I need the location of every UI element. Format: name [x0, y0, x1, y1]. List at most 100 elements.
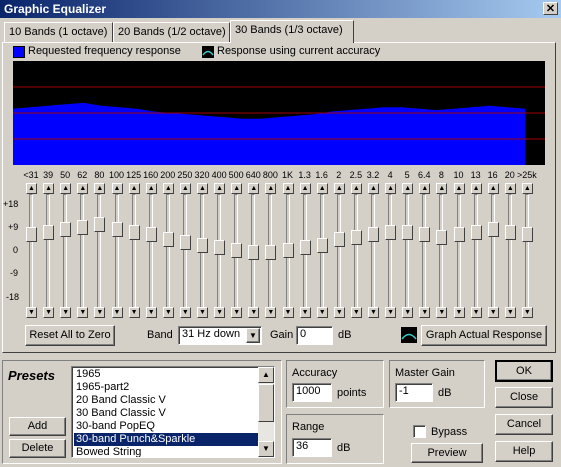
- scroll-up-icon[interactable]: ▲: [258, 367, 274, 383]
- band-slider-track[interactable]: [439, 194, 444, 308]
- band-down-arrow-icon[interactable]: ▼: [179, 307, 191, 318]
- master-gain-input[interactable]: -1: [395, 383, 433, 402]
- band-up-arrow-icon[interactable]: ▲: [111, 183, 123, 194]
- preview-button[interactable]: Preview: [411, 443, 483, 463]
- band-slider-track[interactable]: [524, 194, 529, 308]
- band-slider-thumb[interactable]: [43, 224, 55, 240]
- band-up-arrow-icon[interactable]: ▲: [504, 183, 516, 194]
- band-down-arrow-icon[interactable]: ▼: [162, 307, 174, 318]
- band-up-arrow-icon[interactable]: ▲: [419, 183, 431, 194]
- band-up-arrow-icon[interactable]: ▲: [179, 183, 191, 194]
- band-slider-thumb[interactable]: [179, 235, 191, 250]
- presets-list[interactable]: 1965 1965-part2 20 Band Classic V 30 Band C…: [71, 366, 275, 458]
- band-slider-thumb[interactable]: [470, 224, 482, 240]
- band-slider-thumb[interactable]: [94, 217, 106, 233]
- close-button[interactable]: Close: [495, 387, 553, 408]
- band-down-arrow-icon[interactable]: ▼: [111, 307, 123, 318]
- preset-list-item[interactable]: 30-band PopEQ: [74, 420, 258, 433]
- band-down-arrow-icon[interactable]: ▼: [60, 307, 72, 318]
- tab-30-bands[interactable]: 30 Bands (1/3 octave): [230, 20, 354, 43]
- band-slider-thumb[interactable]: [162, 232, 174, 248]
- preset-list-item[interactable]: 30 Band Classic V: [74, 407, 258, 420]
- band-slider-thumb[interactable]: [436, 229, 448, 245]
- band-up-arrow-icon[interactable]: ▲: [197, 183, 208, 194]
- add-preset-button[interactable]: Add: [9, 417, 66, 436]
- band-up-arrow-icon[interactable]: ▲: [94, 183, 106, 194]
- preset-list-item[interactable]: 30-band Punch&Sparkle: [74, 433, 258, 446]
- band-down-arrow-icon[interactable]: ▼: [299, 307, 311, 318]
- band-up-arrow-icon[interactable]: ▲: [385, 183, 397, 194]
- band-slider-thumb[interactable]: [214, 240, 226, 256]
- band-slider-thumb[interactable]: [128, 224, 140, 240]
- band-slider-thumb[interactable]: [316, 237, 328, 253]
- ok-button[interactable]: OK: [495, 360, 553, 382]
- band-up-arrow-icon[interactable]: ▲: [43, 183, 55, 194]
- band-down-arrow-icon[interactable]: ▼: [197, 307, 208, 318]
- band-slider-thumb[interactable]: [197, 237, 208, 253]
- band-down-arrow-icon[interactable]: ▼: [487, 307, 499, 318]
- band-slider-track[interactable]: [371, 194, 375, 308]
- band-up-arrow-icon[interactable]: ▲: [333, 183, 345, 194]
- band-up-arrow-icon[interactable]: ▲: [26, 183, 37, 194]
- gain-input[interactable]: 0: [296, 326, 333, 345]
- graph-actual-response-button[interactable]: Graph Actual Response: [421, 325, 547, 346]
- band-slider-thumb[interactable]: [111, 222, 123, 238]
- band-slider-thumb[interactable]: [487, 222, 499, 238]
- band-down-arrow-icon[interactable]: ▼: [419, 307, 431, 318]
- range-input[interactable]: 36: [292, 438, 332, 457]
- band-slider-track[interactable]: [507, 194, 512, 308]
- band-slider-thumb[interactable]: [231, 242, 243, 258]
- band-slider-thumb[interactable]: [282, 242, 294, 258]
- help-button[interactable]: Help: [495, 441, 553, 462]
- scrollbar-thumb[interactable]: [258, 384, 274, 422]
- band-slider-track[interactable]: [148, 194, 153, 308]
- band-slider-track[interactable]: [29, 194, 33, 308]
- band-slider-thumb[interactable]: [504, 224, 516, 240]
- band-up-arrow-icon[interactable]: ▲: [299, 183, 311, 194]
- band-slider-thumb[interactable]: [521, 227, 533, 243]
- band-up-arrow-icon[interactable]: ▲: [282, 183, 294, 194]
- preset-list-item[interactable]: 20 Band Classic V: [74, 394, 258, 407]
- band-down-arrow-icon[interactable]: ▼: [265, 307, 277, 318]
- band-slider-thumb[interactable]: [60, 222, 72, 238]
- band-slider-track[interactable]: [114, 194, 119, 308]
- band-slider-thumb[interactable]: [26, 227, 37, 243]
- band-slider-thumb[interactable]: [402, 224, 414, 240]
- band-down-arrow-icon[interactable]: ▼: [368, 307, 379, 318]
- band-down-arrow-icon[interactable]: ▼: [436, 307, 448, 318]
- band-down-arrow-icon[interactable]: ▼: [504, 307, 516, 318]
- band-select[interactable]: 31 Hz down ▼: [178, 326, 262, 345]
- band-slider-track[interactable]: [80, 194, 85, 308]
- band-up-arrow-icon[interactable]: ▲: [487, 183, 499, 194]
- band-slider-track[interactable]: [165, 194, 170, 308]
- band-slider-thumb[interactable]: [265, 245, 277, 261]
- band-up-arrow-icon[interactable]: ▲: [265, 183, 277, 194]
- band-slider-track[interactable]: [405, 194, 410, 308]
- band-slider-thumb[interactable]: [350, 229, 362, 245]
- band-up-arrow-icon[interactable]: ▲: [453, 183, 465, 194]
- band-down-arrow-icon[interactable]: ▼: [282, 307, 294, 318]
- band-down-arrow-icon[interactable]: ▼: [333, 307, 345, 318]
- band-slider-thumb[interactable]: [77, 219, 89, 235]
- preset-list-item[interactable]: Bowed String: [74, 446, 258, 457]
- delete-preset-button[interactable]: Delete: [9, 439, 66, 458]
- band-slider-track[interactable]: [422, 194, 427, 308]
- band-up-arrow-icon[interactable]: ▲: [248, 183, 260, 194]
- band-down-arrow-icon[interactable]: ▼: [94, 307, 106, 318]
- band-up-arrow-icon[interactable]: ▲: [214, 183, 226, 194]
- band-slider-track[interactable]: [336, 194, 341, 308]
- bypass-checkbox[interactable]: [413, 425, 426, 438]
- band-up-arrow-icon[interactable]: ▲: [231, 183, 243, 194]
- band-down-arrow-icon[interactable]: ▼: [26, 307, 37, 318]
- band-down-arrow-icon[interactable]: ▼: [214, 307, 226, 318]
- band-up-arrow-icon[interactable]: ▲: [350, 183, 362, 194]
- tab-20-bands[interactable]: 20 Bands (1/2 octave): [113, 22, 230, 42]
- band-slider-thumb[interactable]: [453, 227, 465, 243]
- band-slider-track[interactable]: [63, 194, 68, 308]
- band-slider-track[interactable]: [490, 194, 495, 308]
- band-up-arrow-icon[interactable]: ▲: [162, 183, 174, 194]
- band-slider-thumb[interactable]: [419, 227, 431, 243]
- band-up-arrow-icon[interactable]: ▲: [402, 183, 414, 194]
- band-slider-track[interactable]: [473, 194, 478, 308]
- cancel-button[interactable]: Cancel: [495, 414, 553, 435]
